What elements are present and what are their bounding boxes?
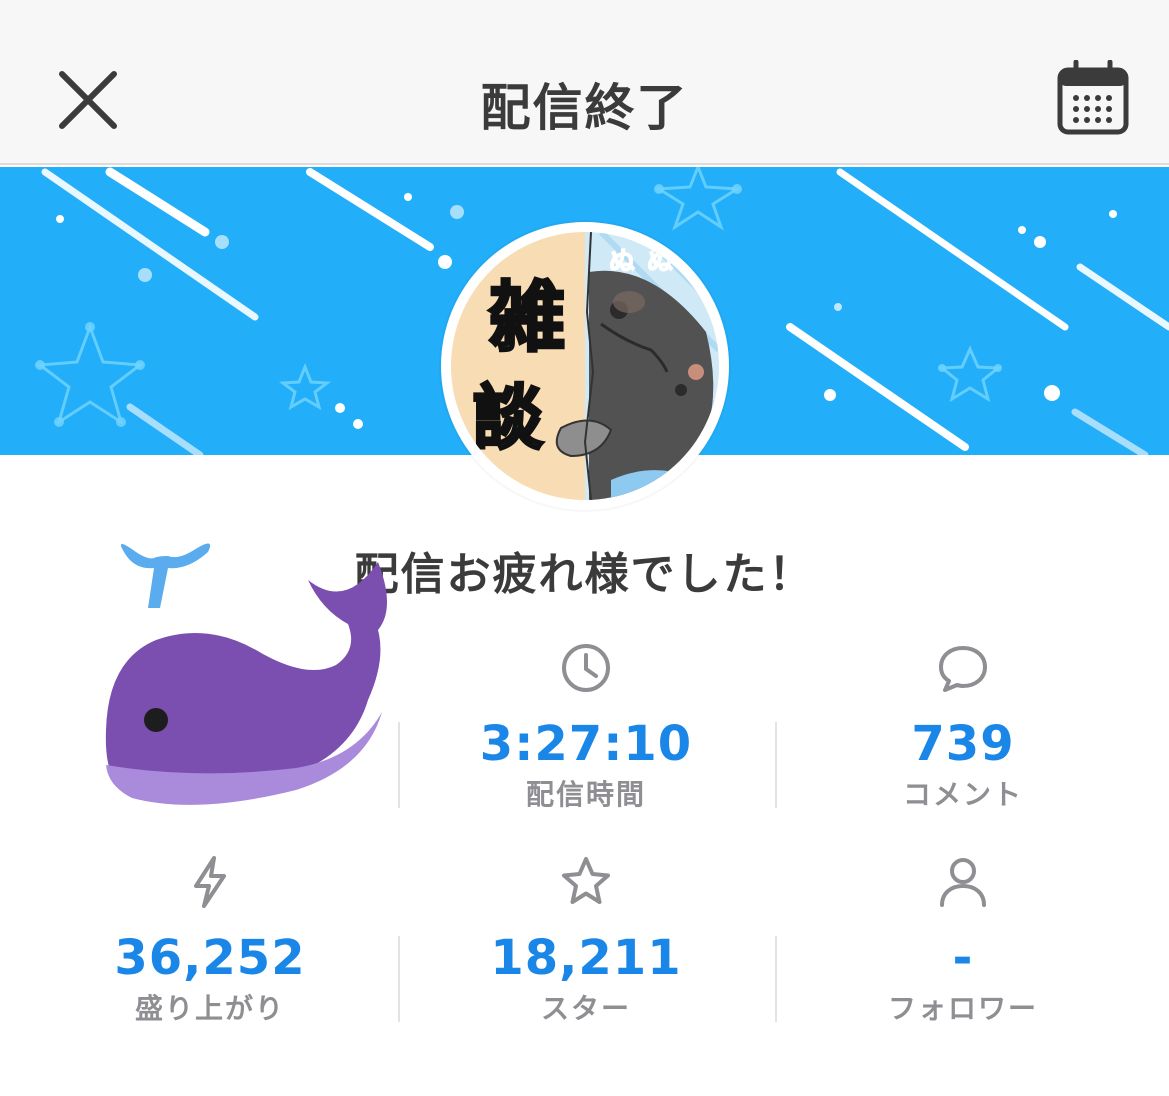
stat-stars: 18,211 スター — [398, 854, 774, 1026]
stat-duration: 3:27:10 配信時間 — [398, 640, 774, 812]
lightning-icon — [194, 856, 226, 908]
avatar[interactable]: ぬ ぬ 雑 談 — [441, 222, 729, 510]
stat-value: - — [952, 930, 974, 986]
top-bar: 配信終了 — [0, 0, 1169, 165]
avatar-text-zatsu: 雑 — [488, 273, 565, 362]
stat-value: 36,252 — [114, 930, 306, 986]
stat-value: 739 — [911, 716, 1015, 772]
stat-label: 配信時間 — [525, 778, 646, 811]
stat-label: スター — [540, 992, 631, 1025]
stat-label: コメント — [902, 778, 1023, 811]
calendar-icon[interactable] — [1056, 60, 1130, 136]
clock-icon — [562, 644, 610, 692]
page-title: 配信終了 — [480, 79, 689, 137]
star-icon — [562, 857, 610, 904]
stat-followers: - フォロワー — [775, 854, 1151, 1026]
stat-comments: 739 コメント — [775, 640, 1151, 812]
person-icon — [940, 858, 986, 907]
speech-bubble-icon — [939, 646, 987, 692]
stat-value: 3:27:10 — [479, 716, 693, 772]
avatar-text-nu-2: ぬ — [647, 247, 673, 277]
avatar-image: ぬ ぬ 雑 談 — [451, 232, 719, 500]
stat-label: フォロワー — [887, 992, 1038, 1025]
stat-label: 盛り上がり — [134, 992, 285, 1025]
avatar-text-dan: 談 — [473, 377, 543, 459]
whale-icon — [105, 543, 388, 805]
stat-value: 18,211 — [490, 930, 682, 986]
stat-excitement: 36,252 盛り上がり — [22, 854, 398, 1026]
